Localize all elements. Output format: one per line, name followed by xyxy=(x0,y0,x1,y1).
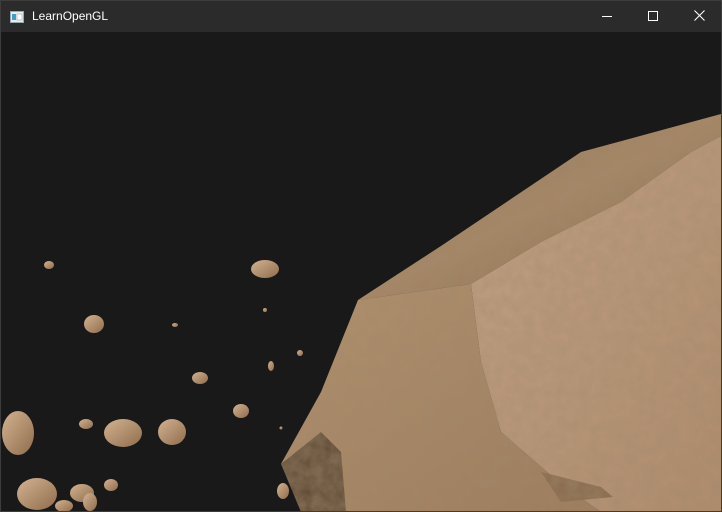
opengl-window-icon xyxy=(10,10,24,23)
app-window: LearnOpenGL xyxy=(0,0,722,512)
asteroid xyxy=(17,478,57,510)
maximize-button[interactable] xyxy=(630,1,676,32)
asteroid xyxy=(233,404,249,418)
asteroid xyxy=(83,493,97,511)
render-scene xyxy=(2,114,721,511)
maximize-icon xyxy=(648,8,658,26)
close-icon xyxy=(693,8,705,26)
asteroid xyxy=(172,323,178,327)
minimize-icon xyxy=(602,8,612,26)
asteroid xyxy=(55,500,73,511)
asteroid xyxy=(158,419,186,445)
asteroid xyxy=(279,426,283,430)
asteroid xyxy=(277,483,289,499)
asteroid xyxy=(44,261,54,269)
asteroid xyxy=(104,479,118,491)
planet-model xyxy=(281,114,721,511)
opengl-render-viewport[interactable] xyxy=(1,32,721,511)
asteroid xyxy=(192,372,208,384)
asteroid xyxy=(297,350,303,356)
asteroid xyxy=(79,419,93,429)
asteroid xyxy=(263,308,267,312)
asteroid-field xyxy=(2,260,303,511)
asteroid xyxy=(251,260,279,278)
asteroid xyxy=(268,361,274,371)
asteroid xyxy=(104,419,142,447)
asteroid xyxy=(2,411,34,455)
close-button[interactable] xyxy=(676,1,721,32)
asteroid xyxy=(84,315,104,333)
window-title: LearnOpenGL xyxy=(32,9,109,23)
title-bar[interactable]: LearnOpenGL xyxy=(1,1,721,32)
minimize-button[interactable] xyxy=(584,1,630,32)
